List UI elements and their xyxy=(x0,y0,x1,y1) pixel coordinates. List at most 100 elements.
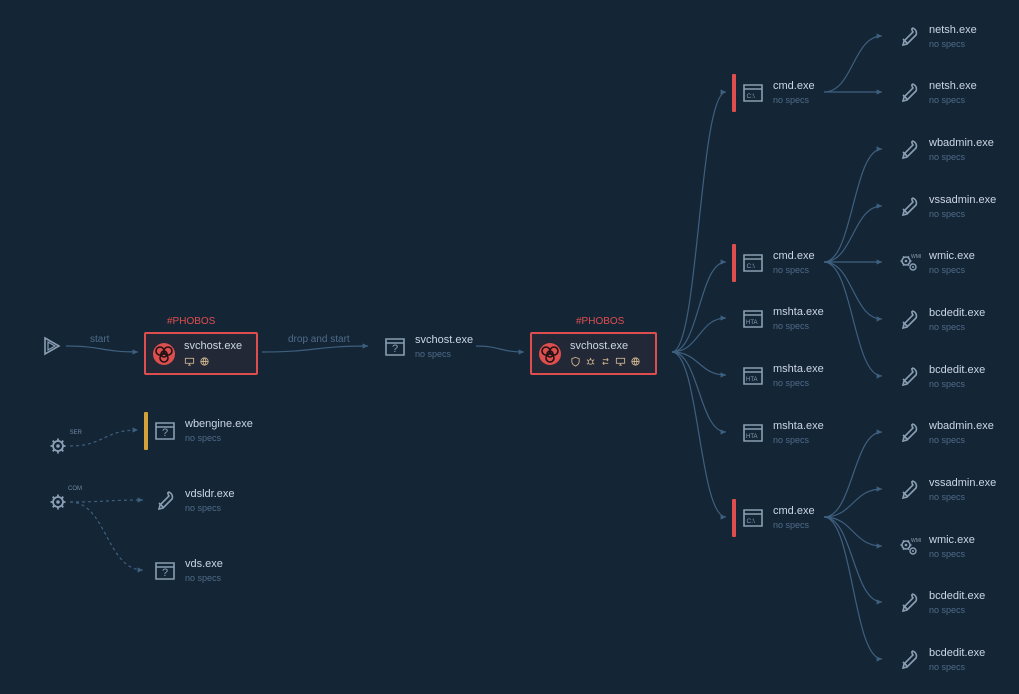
no-specs-label: no specs xyxy=(929,39,977,50)
process-node-n_svchost3[interactable]: svchost.exe xyxy=(530,332,657,375)
process-node-n_wbadm1[interactable]: wbadmin.exe no specs xyxy=(888,131,994,169)
severity-bar xyxy=(888,414,892,452)
malware-tag[interactable]: #PHOBOS xyxy=(167,316,215,327)
svg-text:HTA: HTA xyxy=(746,320,758,326)
svg-text:?: ? xyxy=(162,567,168,579)
process-name: cmd.exe xyxy=(773,505,815,518)
svg-text:C:\: C:\ xyxy=(747,263,756,270)
severity-bar xyxy=(374,328,378,366)
severity-bar xyxy=(888,18,892,56)
process-node-n_netsh2[interactable]: netsh.exeno specs xyxy=(888,74,977,112)
no-specs-label: no specs xyxy=(773,321,824,332)
severity-bar xyxy=(888,528,892,566)
indicator-glyphs xyxy=(184,356,242,367)
process-node-n_mshta3[interactable]: HTA mshta.exe no specs xyxy=(732,414,824,452)
window-q-icon: ? xyxy=(383,335,407,359)
no-specs-label: no specs xyxy=(929,379,985,390)
svg-text:WMI: WMI xyxy=(911,538,921,544)
process-node-n_mshta1[interactable]: HTA mshta.exe no specs xyxy=(732,300,824,338)
severity-bar xyxy=(888,641,892,679)
process-name: mshta.exe xyxy=(773,363,824,376)
process-name: bcdedit.exe xyxy=(929,590,985,603)
process-name: bcdedit.exe xyxy=(929,364,985,377)
wrench-icon xyxy=(897,591,921,615)
process-name: wmic.exe xyxy=(929,250,975,263)
severity-bar xyxy=(732,74,736,112)
root-start-icon[interactable] xyxy=(40,334,64,363)
gears-icon: WMI xyxy=(897,535,921,559)
no-specs-label: no specs xyxy=(929,209,996,220)
process-name: bcdedit.exe xyxy=(929,307,985,320)
svg-text:?: ? xyxy=(162,427,168,439)
process-name: vssadmin.exe xyxy=(929,477,996,490)
severity-bar xyxy=(732,414,736,452)
wrench-icon xyxy=(153,489,177,513)
service-caption: COM xyxy=(68,486,82,492)
hta-icon: HTA xyxy=(741,307,765,331)
process-name: vdsldr.exe xyxy=(185,488,235,501)
no-specs-label: no specs xyxy=(929,605,985,616)
wrench-icon xyxy=(897,308,921,332)
process-node-n_vssadm1[interactable]: vssadmin.exe no specs xyxy=(888,188,996,226)
process-name: svchost.exe xyxy=(184,340,242,353)
process-node-n_cmd2[interactable]: C:\cmd.exeno specs xyxy=(732,244,815,282)
svg-text:HTA: HTA xyxy=(746,434,758,440)
no-specs-label: no specs xyxy=(929,152,994,163)
wrench-icon xyxy=(897,648,921,672)
no-specs-label: no specs xyxy=(773,265,815,276)
process-node-n_svchost2[interactable]: ?svchost.exeno specs xyxy=(374,328,473,366)
cmd-icon: C:\ xyxy=(741,81,765,105)
process-name: mshta.exe xyxy=(773,420,824,433)
severity-bar xyxy=(888,188,892,226)
process-node-n_bcded3[interactable]: bcdedit.exe no specs xyxy=(888,584,985,622)
process-name: svchost.exe xyxy=(415,334,473,347)
process-name: mshta.exe xyxy=(773,306,824,319)
process-node-n_wbengine[interactable]: ?wbengine.exeno specs xyxy=(144,412,253,450)
process-node-n_bcded1[interactable]: bcdedit.exe no specs xyxy=(888,301,985,339)
no-specs-label: no specs xyxy=(929,492,996,503)
process-node-n_wmic1[interactable]: WMI wmic.exe no specs xyxy=(888,244,975,282)
biohazard-icon xyxy=(538,342,562,366)
no-specs-label: no specs xyxy=(929,322,985,333)
no-specs-label: no specs xyxy=(929,549,975,560)
process-node-n_mshta2[interactable]: HTAmshta.exeno specs xyxy=(732,357,824,395)
process-node-n_cmd1[interactable]: C:\cmd.exeno specs xyxy=(732,74,815,112)
process-node-n_wbadm2[interactable]: wbadmin.exeno specs xyxy=(888,414,994,452)
no-specs-label: no specs xyxy=(773,435,824,446)
severity-bar xyxy=(732,300,736,338)
process-name: vssadmin.exe xyxy=(929,194,996,207)
no-specs-label: no specs xyxy=(929,265,975,276)
wrench-icon xyxy=(897,138,921,162)
process-node-n_netsh1[interactable]: netsh.exeno specs xyxy=(888,18,977,56)
process-node-n_cmd3[interactable]: C:\cmd.exeno specs xyxy=(732,499,815,537)
severity-bar xyxy=(888,301,892,339)
svg-text:C:\: C:\ xyxy=(747,518,756,525)
severity-bar xyxy=(888,244,892,282)
no-specs-label: no specs xyxy=(929,95,977,106)
severity-bar xyxy=(888,131,892,169)
no-specs-label: no specs xyxy=(773,378,824,389)
service-caption: SER xyxy=(70,430,82,436)
process-node-n_vssadm2[interactable]: vssadmin.exe no specs xyxy=(888,471,996,509)
wrench-icon xyxy=(897,478,921,502)
edge-label-drop_and_start: drop and start xyxy=(288,334,350,345)
process-node-n_svchost1[interactable]: svchost.exe xyxy=(144,332,258,375)
process-node-n_bcded4[interactable]: bcdedit.exeno specs xyxy=(888,641,985,679)
service-source-ser[interactable]: SER xyxy=(46,434,70,463)
process-name: wbengine.exe xyxy=(185,418,253,431)
process-name: wbadmin.exe xyxy=(929,137,994,150)
cmd-icon: C:\ xyxy=(741,506,765,530)
process-node-n_vds[interactable]: ?vds.exeno specs xyxy=(144,552,223,590)
process-node-n_bcded2[interactable]: bcdedit.exe no specs xyxy=(888,358,985,396)
process-node-n_vdsldr[interactable]: vdsldr.exeno specs xyxy=(144,482,235,520)
no-specs-label: no specs xyxy=(929,662,985,673)
edge-label-start: start xyxy=(90,334,109,345)
malware-tag[interactable]: #PHOBOS xyxy=(576,316,624,327)
svg-text:C:\: C:\ xyxy=(747,93,756,100)
severity-bar xyxy=(732,244,736,282)
severity-bar xyxy=(144,412,148,450)
severity-bar xyxy=(144,482,148,520)
process-node-n_wmic2[interactable]: WMIwmic.exeno specs xyxy=(888,528,975,566)
svg-text:WMI: WMI xyxy=(911,254,921,260)
service-source-com[interactable]: COM xyxy=(46,490,70,519)
